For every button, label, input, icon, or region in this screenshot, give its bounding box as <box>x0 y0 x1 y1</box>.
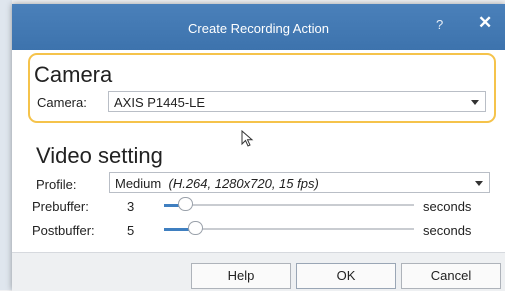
prebuffer-unit: seconds <box>423 199 472 214</box>
camera-group-title: Camera <box>34 62 113 87</box>
postbuffer-slider[interactable] <box>164 221 414 236</box>
dialog-title: Create Recording Action <box>188 21 329 36</box>
profile-select-value: Medium (H.264, 1280x720, 15 fps) <box>115 176 319 191</box>
profile-select[interactable]: Medium (H.264, 1280x720, 15 fps) <box>109 172 490 193</box>
background-window <box>0 0 12 290</box>
help-button[interactable]: Help <box>191 263 291 289</box>
close-icon[interactable]: ✕ <box>478 13 492 33</box>
title-bar: Create Recording Action ? ✕ <box>12 4 505 50</box>
postbuffer-label: Postbuffer: <box>32 223 95 238</box>
chevron-down-icon <box>475 181 483 186</box>
video-setting-title: Video setting <box>36 143 163 168</box>
prebuffer-label: Prebuffer: <box>32 199 89 214</box>
prebuffer-slider-thumb[interactable] <box>178 197 193 211</box>
cancel-button[interactable]: Cancel <box>401 263 501 289</box>
prebuffer-value: 3 <box>127 199 135 214</box>
profile-name: Medium <box>115 176 162 191</box>
mouse-pointer-icon <box>241 130 254 147</box>
ok-button[interactable]: OK <box>296 263 396 289</box>
postbuffer-unit: seconds <box>423 223 472 238</box>
camera-select-value: AXIS P1445-LE <box>114 95 206 110</box>
create-recording-action-dialog: Create Recording Action ? ✕ Camera Camer… <box>12 4 505 291</box>
profile-label: Profile: <box>36 177 77 192</box>
prebuffer-slider-track <box>164 204 414 206</box>
postbuffer-slider-thumb[interactable] <box>188 221 203 235</box>
prebuffer-slider[interactable] <box>164 197 414 212</box>
postbuffer-value: 5 <box>127 223 135 238</box>
camera-select[interactable]: AXIS P1445-LE <box>108 91 486 112</box>
camera-label: Camera: <box>37 95 87 110</box>
chevron-down-icon <box>471 100 479 105</box>
profile-detail: (H.264, 1280x720, 15 fps) <box>168 176 319 191</box>
help-icon[interactable]: ? <box>436 17 443 32</box>
